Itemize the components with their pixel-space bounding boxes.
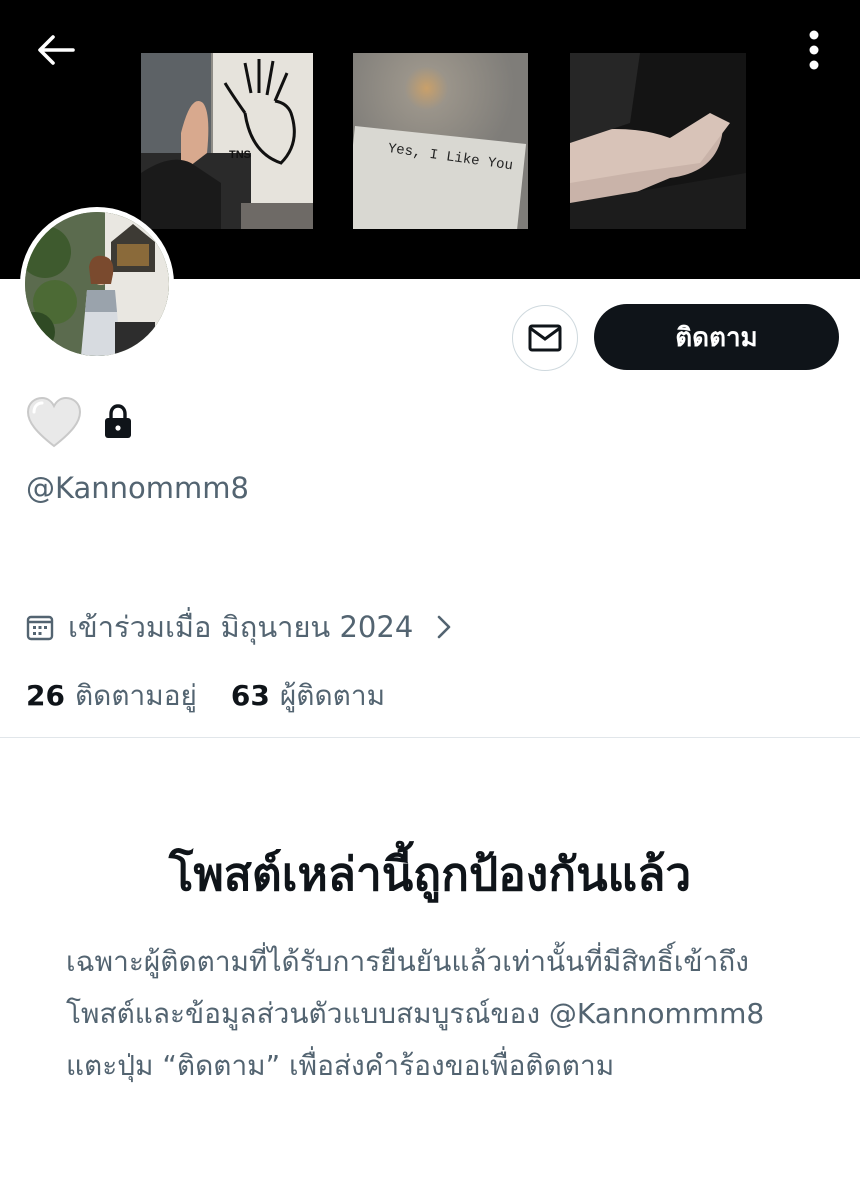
display-name-row xyxy=(26,396,134,448)
note-paper xyxy=(353,126,527,229)
follow-button[interactable]: ติดตาม xyxy=(594,304,839,370)
follow-stats: 26 ติดตามอยู่ 63 ผู้ติดตาม xyxy=(26,674,385,718)
section-divider xyxy=(0,737,860,738)
back-button[interactable] xyxy=(28,22,84,78)
following-count: 26 xyxy=(26,679,65,712)
following-label: ติดตามอยู่ xyxy=(74,679,197,712)
mail-icon xyxy=(528,324,562,352)
calendar-icon xyxy=(26,615,54,641)
more-vertical-icon xyxy=(809,30,819,70)
white-heart-icon xyxy=(26,396,82,448)
banner-photo1-text: TNS xyxy=(229,149,251,161)
avatar[interactable] xyxy=(20,207,174,361)
protected-posts-title: โพสต์เหล่านี้ถูกป้องกันแล้ว xyxy=(168,847,692,901)
following-stat[interactable]: 26 ติดตามอยู่ xyxy=(26,674,197,718)
protected-posts-description: เฉพาะผู้ติดตามที่ได้รับการยืนยันแล้วเท่า… xyxy=(66,945,765,1082)
banner-photo-holding-hands xyxy=(570,53,746,229)
message-button[interactable] xyxy=(512,305,578,371)
joined-date-row[interactable]: เข้าร่วมเมื่อ มิถุนายน 2024 xyxy=(26,604,455,650)
followers-count: 63 xyxy=(230,679,270,712)
more-options-button[interactable] xyxy=(798,24,830,76)
followers-label: ผู้ติดตาม xyxy=(279,679,386,712)
banner-photo-hands-drawing: TNS xyxy=(141,53,313,229)
profile-handle: @Kannommm8 xyxy=(26,471,249,505)
banner-photo-note: Yes, I Like You xyxy=(353,53,528,229)
joined-date-text: เข้าร่วมเมื่อ มิถุนายน 2024 xyxy=(68,610,414,644)
followers-stat[interactable]: 63 ผู้ติดตาม xyxy=(231,674,385,718)
lock-icon xyxy=(105,404,131,438)
chevron-right-icon xyxy=(437,615,451,639)
arrow-left-icon xyxy=(38,35,75,65)
